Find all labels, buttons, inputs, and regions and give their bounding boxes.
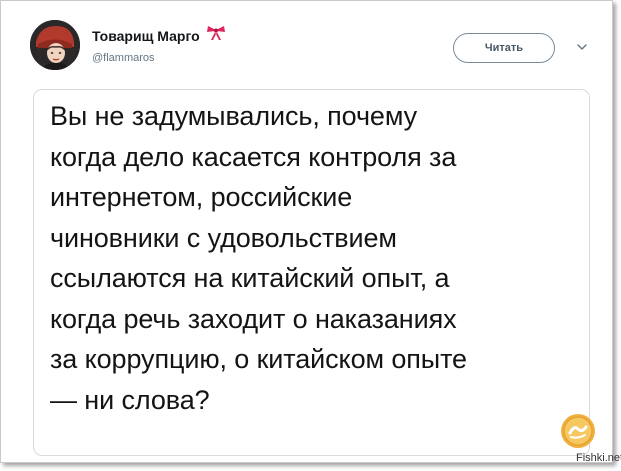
follow-button[interactable]: Читать bbox=[453, 33, 555, 63]
tweet-card: Вы не задумывались, почему когда дело ка… bbox=[33, 89, 590, 456]
chevron-down-icon[interactable] bbox=[577, 43, 587, 51]
avatar-image bbox=[30, 20, 80, 70]
display-name-row[interactable]: Товарищ Марго bbox=[92, 25, 226, 44]
user-handle[interactable]: @flammaros bbox=[92, 52, 155, 64]
tweet-screenshot-frame: Товарищ Марго @flammaros Читать Вы не за… bbox=[0, 0, 613, 463]
ribbon-bow-icon bbox=[206, 25, 226, 41]
avatar[interactable] bbox=[30, 20, 80, 70]
watermark-site: Fishki.net bbox=[576, 452, 621, 464]
fishka-badge-icon bbox=[561, 414, 595, 448]
display-name[interactable]: Товарищ Марго bbox=[92, 28, 200, 44]
tweet-text: Вы не задумывались, почему когда дело ка… bbox=[50, 101, 467, 415]
